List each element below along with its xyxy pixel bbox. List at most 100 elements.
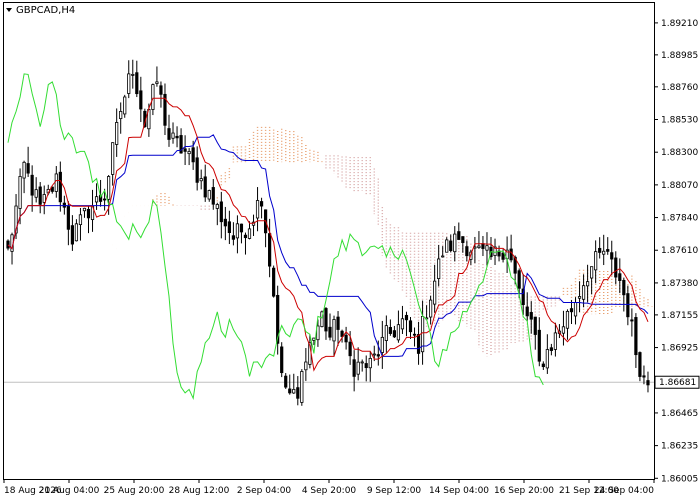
candle-body xyxy=(388,327,392,334)
candle-body xyxy=(465,246,469,257)
chart-window[interactable]: 1.89210 1.88985 1.88760 1.88530 1.88300 1.880… xyxy=(0,0,700,500)
y-tick-label: 1.88530 xyxy=(661,116,698,126)
candle-body xyxy=(107,176,111,200)
candle-body xyxy=(457,231,461,240)
candle-body xyxy=(356,361,360,375)
y-tick-label: 1.86465 xyxy=(661,409,698,419)
candle-body xyxy=(54,173,58,192)
candle-body xyxy=(396,324,401,341)
candle-body xyxy=(392,330,397,338)
candle-body xyxy=(30,174,34,196)
candle-body xyxy=(211,187,215,205)
current-price-label: 1.86681 xyxy=(659,378,696,388)
current-price-tag: 1.86681 xyxy=(654,375,700,389)
candle-body xyxy=(328,326,332,338)
price-chart[interactable]: 1.89210 1.88985 1.88760 1.88530 1.88300 1.880… xyxy=(0,0,700,500)
candle-body xyxy=(223,218,227,227)
candle-body xyxy=(324,308,328,332)
candle-body xyxy=(151,84,155,110)
x-tick-label: 25 Aug 20:00 xyxy=(104,486,165,496)
y-tick-label: 1.86005 xyxy=(661,474,698,484)
candle-body xyxy=(626,293,630,318)
candle-body xyxy=(280,346,284,374)
candle-body xyxy=(461,236,465,243)
candle-body xyxy=(541,363,545,368)
plot-frame xyxy=(3,2,655,480)
candle-body xyxy=(272,267,276,297)
candle-body xyxy=(360,361,364,364)
candle-body xyxy=(501,252,505,260)
candle-body xyxy=(622,280,626,296)
y-tick-label: 1.88985 xyxy=(661,51,698,61)
candle-body xyxy=(296,387,300,399)
y-tick-label: 1.86925 xyxy=(661,344,698,354)
candle-body xyxy=(259,201,264,207)
candle-body xyxy=(227,221,231,234)
candle-body xyxy=(239,223,244,233)
candle-body xyxy=(139,90,143,110)
candle-body xyxy=(175,135,179,139)
candle-body xyxy=(638,352,642,377)
candle-body xyxy=(610,252,614,260)
y-tick-label: 1.86235 xyxy=(661,442,698,452)
x-tick-label: 28 Aug 12:00 xyxy=(169,486,230,496)
candle-body xyxy=(94,196,99,203)
candle-body xyxy=(288,388,292,394)
candle-body xyxy=(199,178,203,182)
candle-body xyxy=(364,363,368,369)
y-tick-label: 1.87155 xyxy=(661,311,698,321)
candle-body xyxy=(429,299,433,318)
candle-body xyxy=(119,111,123,120)
symbol-dropdown-icon[interactable] xyxy=(6,8,12,12)
candle-body xyxy=(34,189,38,198)
candle-body xyxy=(590,266,594,279)
candle-body xyxy=(131,73,135,76)
candle-body xyxy=(38,186,42,205)
candle-body xyxy=(78,214,83,226)
candle-body xyxy=(203,176,207,198)
candle-body xyxy=(183,148,187,152)
candle-body xyxy=(598,247,602,253)
candle-body xyxy=(404,314,409,321)
y-tick-label: 1.88300 xyxy=(661,148,698,158)
x-axis: 18 Aug 202621 Aug 04:00 25 Aug 20:00 28 Au… xyxy=(3,479,655,496)
candle-body xyxy=(243,234,248,239)
candle-body xyxy=(74,223,79,242)
candle-body xyxy=(26,163,30,174)
candle-body xyxy=(18,176,22,209)
candle-body xyxy=(352,359,356,377)
candle-body xyxy=(553,332,558,350)
candle-body xyxy=(529,312,533,320)
candles xyxy=(6,59,650,406)
candle-body xyxy=(642,375,646,378)
candle-body xyxy=(573,302,578,317)
candle-body xyxy=(581,285,586,300)
candle-body xyxy=(412,333,417,336)
y-tick-label: 1.87610 xyxy=(661,246,698,256)
y-tick-label: 1.88760 xyxy=(661,83,698,93)
candle-body xyxy=(416,334,421,354)
candle-body xyxy=(6,240,10,249)
candle-body xyxy=(207,190,211,200)
candle-body xyxy=(348,341,352,357)
candle-body xyxy=(565,310,570,329)
candle-body xyxy=(606,249,610,252)
candle-body xyxy=(577,296,582,299)
candle-body xyxy=(549,347,553,351)
y-tick-label: 1.87840 xyxy=(661,214,698,224)
candle-body xyxy=(58,171,62,203)
candle-body xyxy=(602,250,606,255)
candle-body xyxy=(111,142,115,175)
candle-body xyxy=(561,326,566,334)
candle-body xyxy=(304,361,308,371)
x-tick-label: 4 Sep 20:00 xyxy=(302,486,357,496)
candle-body xyxy=(268,233,272,267)
symbol-header: GBPCAD,H4 xyxy=(6,5,75,16)
candle-body xyxy=(332,319,336,342)
candle-body xyxy=(235,223,240,239)
candle-body xyxy=(284,375,288,388)
candle-body xyxy=(336,316,340,330)
candle-body xyxy=(630,319,634,322)
candle-body xyxy=(569,308,574,313)
candle-body xyxy=(477,245,481,249)
